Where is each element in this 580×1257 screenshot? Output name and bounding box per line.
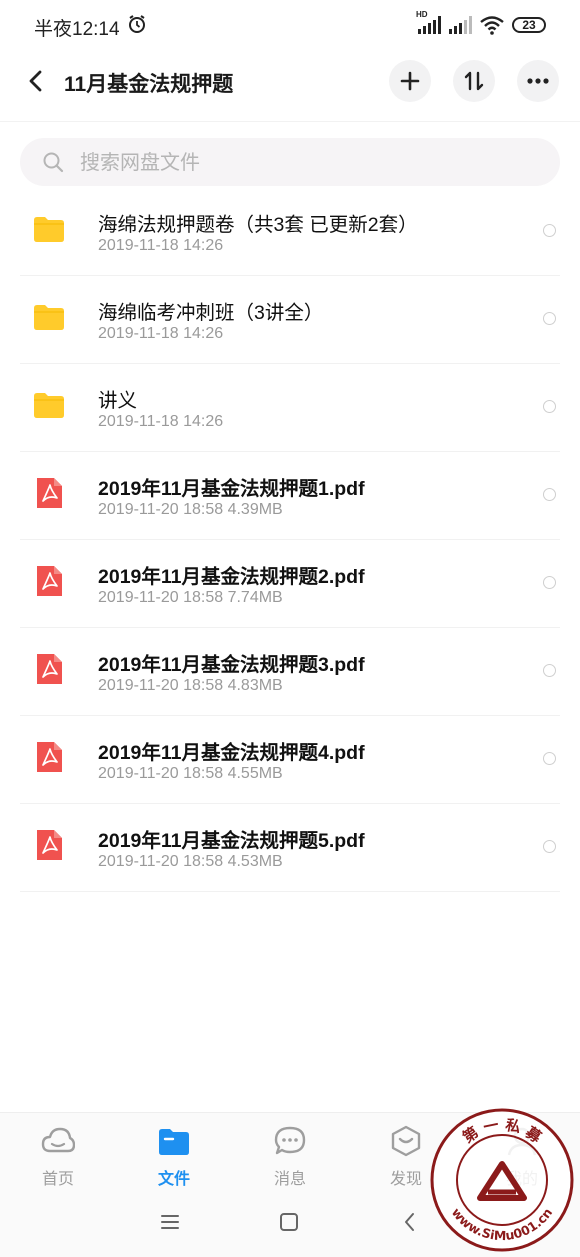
nav-tab[interactable]: 消息 <box>232 1113 348 1189</box>
pdf-file-icon <box>32 564 66 598</box>
page-title: 11月基金法规押题 <box>64 73 234 96</box>
nav-tab-label: 首页 <box>41 1171 74 1188</box>
header-bar: 11月基金法规押题 <box>0 50 580 120</box>
search-input[interactable] <box>78 138 522 188</box>
file-row[interactable]: 海绵法规押题卷（共3套 已更新2套） 2019-11-18 14:26 <box>20 188 560 276</box>
signal-2-icon <box>449 16 472 34</box>
signal-1-icon: HD <box>416 10 441 34</box>
select-radio[interactable] <box>543 664 556 677</box>
sort-button[interactable] <box>453 60 495 102</box>
file-row[interactable]: 2019年11月基金法规押题1.pdf 2019-11-20 18:58 4.39… <box>20 452 560 540</box>
more-button[interactable] <box>517 60 559 102</box>
alarm-icon <box>129 15 145 33</box>
pdf-file-icon <box>32 828 66 862</box>
file-row[interactable]: 海绵临考冲刺班（3讲全） 2019-11-18 14:26 <box>20 276 560 364</box>
select-radio[interactable] <box>543 576 556 589</box>
select-radio[interactable] <box>543 752 556 765</box>
nav-tab-label: 消息 <box>273 1171 306 1188</box>
hd-label: HD <box>416 10 428 19</box>
file-name: 海绵法规押题卷（共3套 已更新2套） <box>98 214 418 236</box>
file-meta: 2019-11-18 14:26 <box>98 325 224 342</box>
menu-icon[interactable] <box>156 1208 184 1236</box>
folder-icon <box>32 388 66 422</box>
pdf-file-icon <box>32 740 66 774</box>
back-triangle-icon[interactable] <box>396 1208 424 1236</box>
select-radio[interactable] <box>543 312 556 325</box>
select-radio[interactable] <box>543 224 556 237</box>
file-meta: 2019-11-18 14:26 <box>98 413 224 430</box>
file-meta: 2019-11-20 18:58 4.83MB <box>98 677 283 694</box>
file-meta: 2019-11-20 18:58 4.53MB <box>98 853 283 870</box>
file-row[interactable]: 2019年11月基金法规押题5.pdf 2019-11-20 18:58 4.53… <box>20 804 560 892</box>
status-bar: 半夜12:14 HD 23 <box>0 0 580 50</box>
file-name: 讲义 <box>98 390 138 412</box>
watermark-stamp: 第 一 私 募 www.SiMu001.cn <box>430 1108 574 1252</box>
select-radio[interactable] <box>543 400 556 413</box>
file-name: 2019年11月基金法规押题5.pdf <box>98 830 365 852</box>
file-name: 2019年11月基金法规押题1.pdf <box>98 478 365 500</box>
file-row[interactable]: 讲义 2019-11-18 14:26 <box>20 364 560 452</box>
file-row[interactable]: 2019年11月基金法规押题4.pdf 2019-11-20 18:58 4.55… <box>20 716 560 804</box>
status-time: 半夜12:14 <box>34 19 120 40</box>
file-name: 2019年11月基金法规押题4.pdf <box>98 742 365 764</box>
select-radio[interactable] <box>543 488 556 501</box>
pdf-file-icon <box>32 476 66 510</box>
file-name: 2019年11月基金法规押题2.pdf <box>98 566 365 588</box>
discover-icon <box>389 1125 423 1157</box>
battery-level: 23 <box>522 18 536 32</box>
search-icon <box>43 152 64 173</box>
wifi-icon <box>480 16 504 35</box>
pdf-file-icon <box>32 652 66 686</box>
home-square-icon[interactable] <box>275 1208 303 1236</box>
file-meta: 2019-11-20 18:58 4.39MB <box>98 501 283 518</box>
add-button[interactable] <box>389 60 431 102</box>
plus-icon <box>400 71 420 91</box>
file-list: 海绵法规押题卷（共3套 已更新2套） 2019-11-18 14:26 海绵临考冲刺… <box>0 188 580 892</box>
folder-icon <box>32 300 66 334</box>
sort-icon <box>464 71 484 91</box>
more-dots-icon <box>527 78 549 84</box>
cloud-icon <box>41 1125 76 1157</box>
file-row[interactable]: 2019年11月基金法规押题3.pdf 2019-11-20 18:58 4.83… <box>20 628 560 716</box>
nav-tab-label: 文件 <box>157 1171 190 1188</box>
back-arrow-icon[interactable] <box>22 66 52 96</box>
file-meta: 2019-11-18 14:26 <box>98 237 224 254</box>
file-meta: 2019-11-20 18:58 7.74MB <box>98 589 283 606</box>
file-meta: 2019-11-20 18:58 4.55MB <box>98 765 283 782</box>
header-divider <box>0 121 580 122</box>
file-name: 海绵临考冲刺班（3讲全） <box>98 302 324 324</box>
nav-tab[interactable]: 文件 <box>116 1113 232 1189</box>
battery-icon: 23 <box>512 17 546 33</box>
nav-tab[interactable]: 首页 <box>0 1113 116 1189</box>
select-radio[interactable] <box>543 840 556 853</box>
file-row[interactable]: 2019年11月基金法规押题2.pdf 2019-11-20 18:58 7.74… <box>20 540 560 628</box>
folder-icon <box>157 1125 191 1157</box>
chat-icon <box>273 1125 307 1157</box>
file-name: 2019年11月基金法规押题3.pdf <box>98 654 365 676</box>
folder-icon <box>32 212 66 246</box>
search-bar[interactable] <box>20 138 560 188</box>
